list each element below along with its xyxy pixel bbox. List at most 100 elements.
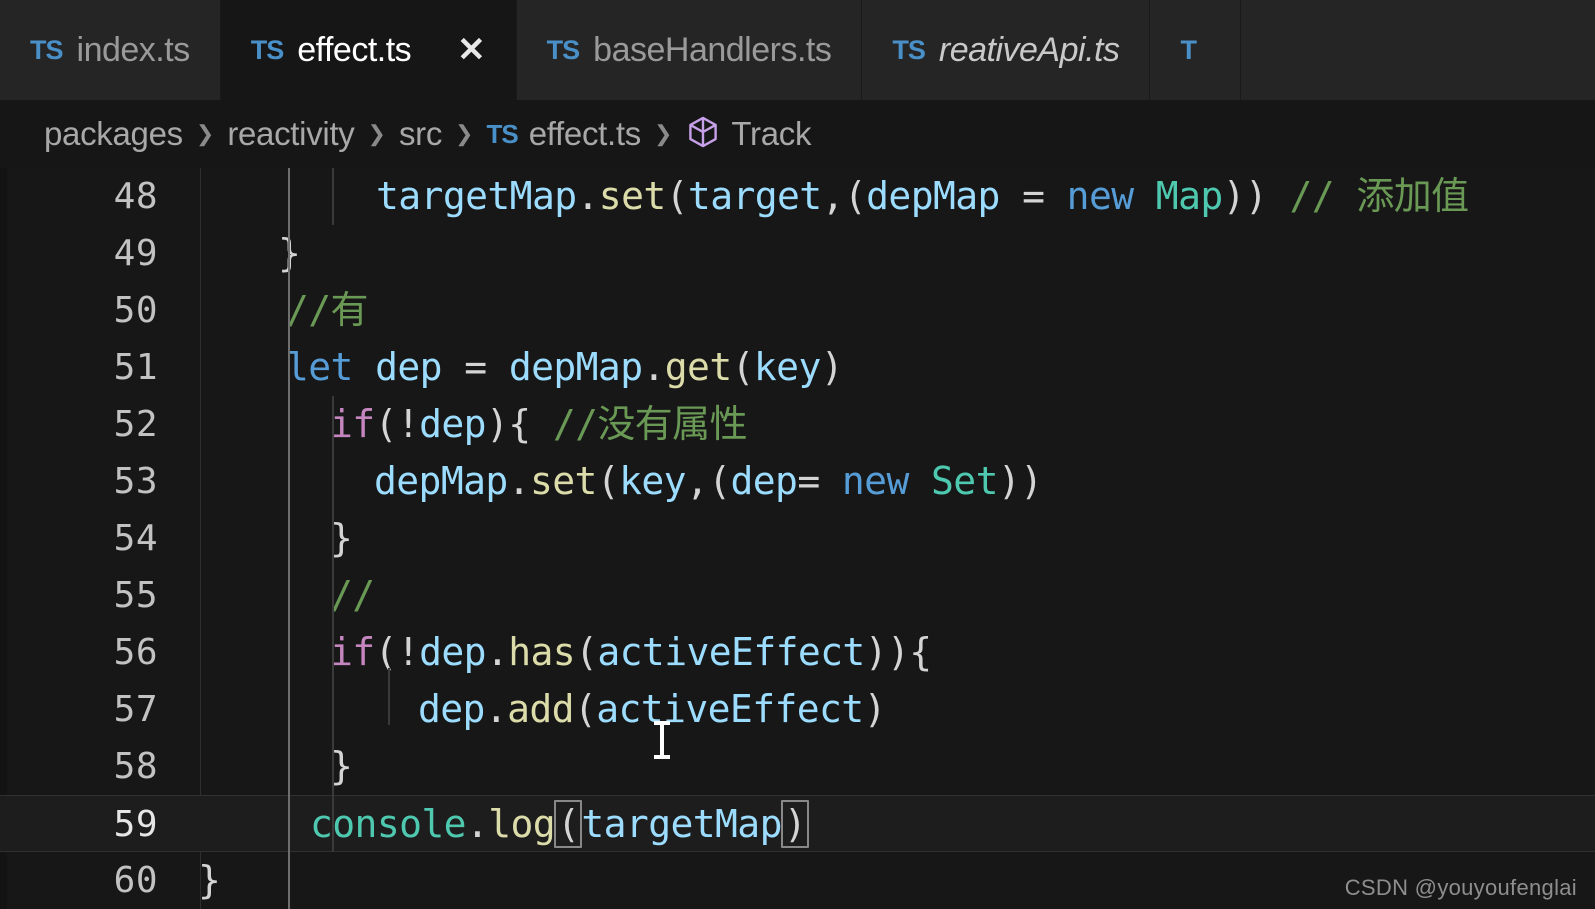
editor-tab-baseHandlers-ts[interactable]: TS baseHandlers.ts [516,0,863,100]
editor-tab-label: baseHandlers.ts [593,30,832,69]
line-number: 53 [113,461,158,502]
breadcrumb-item-effect-ts[interactable]: TS effect.ts [486,115,641,153]
code-editor[interactable]: 48 targetMap.set(target,(depMap = new Map… [0,168,1595,909]
editor-tab-bar: TS index.ts TS effect.ts ✕ TS baseHandlers.ts T… [0,0,1595,100]
breadcrumb-separator-icon: ❯ [195,121,215,146]
code-token: ( [573,687,597,731]
code-token: activeEffect [596,687,864,731]
close-icon[interactable]: ✕ [457,33,486,67]
code-line-row[interactable]: 50 //有 [0,282,1595,339]
typescript-icon: TS [486,118,518,149]
code-line-text[interactable]: console.log(targetMap) [310,796,810,853]
code-line-row[interactable]: 49} [0,225,1595,282]
line-number: 50 [113,290,158,331]
editor-tab-overflow[interactable]: T [1150,0,1241,100]
code-token: ,( [685,459,731,503]
code-line-row[interactable]: 57 dep.add(activeEffect) [0,681,1595,738]
code-line-text[interactable]: if(!dep){ //没有属性 [330,396,748,453]
editor-tab-label: index.ts [76,30,191,69]
code-token: dep [419,402,486,446]
code-line-row[interactable]: 58} [0,738,1595,795]
code-token: key [753,345,821,389]
breadcrumb-separator-icon: ❯ [653,121,673,146]
breadcrumb-item-label: packages [44,115,183,152]
editor-tab-effect-ts[interactable]: TS effect.ts ✕ [220,0,517,100]
code-token: depMap [508,345,643,389]
code-line-row[interactable]: 48 targetMap.set(target,(depMap = new Map… [0,168,1595,225]
code-token: log [488,802,556,846]
indent-guide-line [388,668,390,725]
breadcrumb-item-Track[interactable]: Track [685,113,812,155]
code-token: depMap [866,174,1000,218]
line-number: 55 [113,575,158,616]
line-number: 60 [113,860,158,901]
typescript-icon: TS [30,34,64,65]
code-token: targetMap [581,802,782,846]
code-token: add [507,687,574,731]
code-token: target [687,174,822,218]
breadcrumb-item-label: src [398,115,443,152]
breadcrumb-item-label: effect.ts [528,115,642,152]
code-token: . [642,345,665,389]
line-number: 57 [113,689,158,730]
code-token: dep [730,459,798,503]
code-lines-container[interactable]: 48 targetMap.set(target,(depMap = new Map… [0,168,1595,909]
code-line-row[interactable]: 55 // [0,567,1595,624]
code-token: ( [665,174,689,218]
code-line-text[interactable]: //有 [286,282,369,339]
code-line-text[interactable]: } [198,852,221,909]
breadcrumb: packages ❯ reactivity ❯ src ❯ TS effect.ts ❯ Trac… [0,100,1595,168]
code-token: if [330,630,375,674]
code-token: dep [419,630,486,674]
typescript-icon: T [1180,34,1196,65]
editor-tab-label: reativeApi.ts [938,30,1120,69]
code-token: key [619,459,686,503]
code-line-text[interactable]: depMap.set(key,(dep= new Set)) [374,453,1043,510]
breadcrumb-item-src[interactable]: src [399,115,442,153]
vscode-window: TS index.ts TS effect.ts ✕ TS baseHandlers.ts T… [0,0,1595,909]
line-number: 49 [113,233,158,274]
code-token: get [664,345,732,389]
code-token: //有 [286,288,369,332]
code-line-row[interactable]: 59 console.log(targetMap) [0,795,1595,852]
code-token: )) [997,459,1043,503]
breadcrumb-item-label: reactivity [227,115,355,152]
code-token: set [598,174,666,218]
code-token: Map [1155,174,1223,218]
watermark-text: CSDN @youyoufenglai [1344,875,1577,900]
line-number: 48 [113,176,158,217]
code-line-text[interactable]: if(!dep.has(activeEffect)){ [330,624,932,681]
breadcrumb-item-packages[interactable]: packages [44,115,183,153]
code-token: . [576,174,600,218]
bracket-match-highlight: ( [554,800,583,848]
bracket-match-highlight: ) [780,800,810,848]
code-line-row[interactable]: 56 if(!dep.has(activeEffect)){ [0,624,1595,681]
code-token: )) [1222,174,1268,218]
code-line-text[interactable]: targetMap.set(target,(depMap = new Map))… [376,168,1469,225]
code-line-row[interactable]: 51 let dep = depMap.get(key) [0,339,1595,396]
code-token: ( [731,345,755,389]
breadcrumb-item-reactivity[interactable]: reactivity [227,115,355,153]
code-line-text[interactable]: // [330,567,375,624]
line-number: 56 [113,632,158,673]
code-token: (! [374,630,420,674]
line-number: 52 [113,404,158,445]
text-ibeam-cursor [654,721,670,759]
code-token: ) [863,687,887,731]
editor-tab-index-ts[interactable]: TS index.ts [0,0,221,100]
line-number: 58 [113,746,158,787]
editor-tab-reativeApi-ts[interactable]: TS reativeApi.ts [862,0,1151,100]
code-token: ,( [821,174,867,218]
code-line-row[interactable]: 52 if(!dep){ //没有属性 [0,396,1595,453]
code-line-row[interactable]: 54} [0,510,1595,567]
code-token: ( [596,459,620,503]
code-line-row[interactable]: 53 depMap.set(key,(dep= new Set)) [0,453,1595,510]
code-line-text[interactable]: let dep = depMap.get(key) [286,339,844,396]
code-line-text[interactable]: dep.add(activeEffect) [418,681,886,738]
typescript-icon: TS [546,34,581,65]
code-token: ){ [485,402,531,446]
